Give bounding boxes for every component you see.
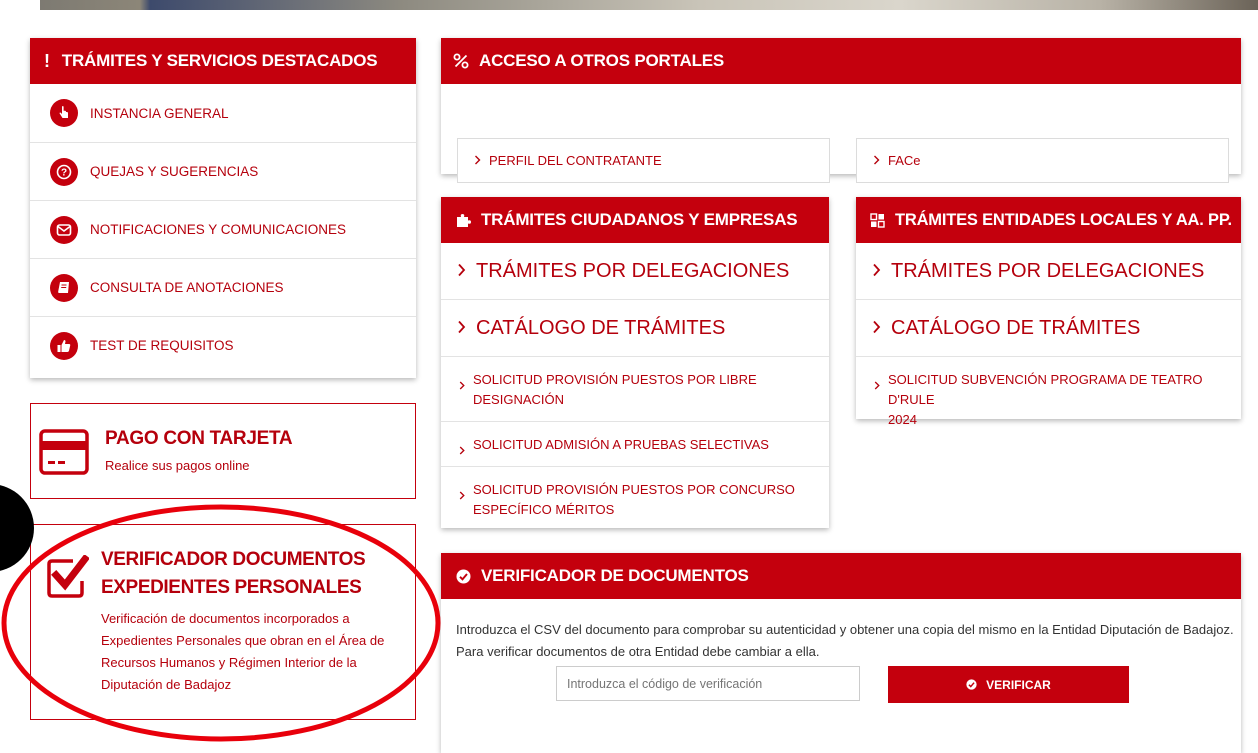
portal-link-label: FACe (888, 153, 921, 168)
personal-verifier-desc-1: Verificación de documentos incorporados … (101, 611, 350, 626)
citizen-link-text: SOLICITUD PROVISIÓN PUESTOS POR CONCURSO… (473, 480, 795, 520)
chevron-right-icon (874, 376, 880, 396)
featured-services-title: TRÁMITES Y SERVICIOS DESTACADOS (61, 51, 378, 70)
featured-item-quejas-sugerencias[interactable]: ? QUEJAS Y SUGERENCIAS (30, 142, 416, 200)
entities-link-label: CATÁLOGO DE TRÁMITES (891, 316, 1141, 339)
portal-link-label: PERFIL DEL CONTRATANTE (489, 153, 662, 168)
citizen-link-line-2: DESIGNACIÓN (473, 392, 565, 407)
check-circle-icon (966, 679, 977, 690)
payment-subtitle: Realice sus pagos online (105, 458, 250, 473)
other-portals-card: ACCESO A OTROS PORTALES PERFIL DEL CONTR… (441, 38, 1241, 183)
personal-verifier-title-1: VERIFICADOR DOCUMENTOS (101, 549, 366, 570)
personal-verifier-card[interactable]: VERIFICADOR DOCUMENTOS EXPEDIENTES PERSO… (30, 524, 416, 720)
header-banner-image (0, 0, 1258, 10)
chevron-right-icon (474, 153, 481, 168)
book-icon (50, 273, 78, 302)
entities-link-catalogo[interactable]: CATÁLOGO DE TRÁMITES (856, 300, 1241, 357)
featured-item-label: INSTANCIA GENERAL (90, 105, 229, 121)
personal-verifier-desc-4: Diputación de Badajoz (101, 677, 232, 692)
featured-item-label: TEST DE REQUISITOS (90, 338, 234, 353)
featured-item-label: NOTIFICACIONES Y COMUNICACIONES (90, 222, 347, 237)
checkbox-icon (47, 554, 90, 604)
check-circle-icon (456, 569, 471, 584)
citizen-link-line-2: ESPECÍFICO MÉRITOS (473, 502, 615, 517)
citizen-link-catalogo[interactable]: CATÁLOGO DE TRÁMITES (441, 300, 829, 357)
entities-procedures-header: TRÁMITES ENTIDADES LOCALES Y AA. PP. (856, 197, 1241, 243)
entities-link-label: TRÁMITES POR DELEGACIONES (891, 259, 1205, 282)
entities-link-line-2: 2024 (888, 412, 917, 427)
document-verifier-desc-2: Para verificar documentos de otra Entida… (456, 644, 820, 659)
document-verifier-header: VERIFICADOR DE DOCUMENTOS (441, 553, 1241, 599)
entities-link-line-1: SOLICITUD SUBVENCIÓN PROGRAMA DE TEATRO … (888, 372, 1203, 407)
verify-button[interactable]: VERIFICAR (888, 666, 1129, 703)
featured-services-card: ! TRÁMITES Y SERVICIOS DESTACADOS INSTAN… (30, 38, 416, 378)
citizen-link-concurso-especifico[interactable]: SOLICITUD PROVISIÓN PUESTOS POR CONCURSO… (441, 467, 829, 529)
puzzle-icon (455, 212, 471, 228)
entities-link-delegaciones[interactable]: TRÁMITES POR DELEGACIONES (856, 243, 1241, 300)
featured-item-instancia-general[interactable]: INSTANCIA GENERAL (30, 84, 416, 142)
citizen-procedures-title: TRÁMITES CIUDADANOS Y EMPRESAS (481, 210, 798, 229)
credit-card-icon (39, 429, 89, 480)
payment-card[interactable]: PAGO CON TARJETA Realice sus pagos onlin… (30, 403, 416, 499)
link-icon (453, 53, 469, 69)
chevron-right-icon (459, 376, 465, 396)
citizen-link-label: TRÁMITES POR DELEGACIONES (476, 259, 790, 282)
featured-item-label: CONSULTA DE ANOTACIONES (90, 280, 284, 295)
citizen-link-delegaciones[interactable]: TRÁMITES POR DELEGACIONES (441, 243, 829, 300)
chevron-right-icon (457, 317, 466, 340)
portal-link-face[interactable]: FACe (856, 138, 1229, 183)
citizen-link-line-1: SOLICITUD ADMISIÓN A PRUEBAS SELECTIVAS (473, 437, 769, 452)
chevron-right-icon (459, 441, 465, 461)
chevron-right-icon (873, 153, 880, 168)
featured-item-label: QUEJAS Y SUGERENCIAS (90, 164, 259, 179)
entities-link-text: SOLICITUD SUBVENCIÓN PROGRAMA DE TEATRO … (888, 370, 1227, 430)
envelope-icon (50, 215, 78, 244)
featured-item-notificaciones[interactable]: NOTIFICACIONES Y COMUNICACIONES (30, 200, 416, 258)
document-verifier-title: VERIFICADOR DE DOCUMENTOS (481, 566, 749, 585)
featured-services-header: ! TRÁMITES Y SERVICIOS DESTACADOS (30, 38, 416, 84)
citizen-procedures-header: TRÁMITES CIUDADANOS Y EMPRESAS (441, 197, 829, 243)
citizen-procedures-card: TRÁMITES CIUDADANOS Y EMPRESAS TRÁMITES … (441, 197, 829, 528)
pointing-hand-icon (50, 99, 78, 127)
citizen-link-line-1: SOLICITUD PROVISIÓN PUESTOS POR CONCURSO (473, 482, 795, 497)
other-portals-title: ACCESO A OTROS PORTALES (479, 51, 725, 70)
citizen-link-line-1: SOLICITUD PROVISIÓN PUESTOS POR LIBRE (473, 372, 757, 387)
verify-button-label: VERIFICAR (986, 677, 1051, 692)
personal-verifier-desc-3: Recursos Humanos y Régimen Interior de l… (101, 655, 357, 670)
personal-verifier-desc-2: Expedientes Personales que obran en el Á… (101, 633, 385, 648)
annotation-black-circle (0, 484, 34, 572)
citizen-link-label: CATÁLOGO DE TRÁMITES (476, 316, 726, 339)
chevron-right-icon (872, 260, 881, 283)
payment-title: PAGO CON TARJETA (105, 428, 293, 449)
other-portals-header: ACCESO A OTROS PORTALES (441, 38, 1241, 84)
question-icon: ? (50, 157, 78, 186)
thumbs-up-icon (50, 331, 78, 360)
citizen-link-libre-designacion[interactable]: SOLICITUD PROVISIÓN PUESTOS POR LIBRE DE… (441, 357, 829, 422)
featured-item-test-requisitos[interactable]: TEST DE REQUISITOS (30, 316, 416, 374)
entities-procedures-card: TRÁMITES ENTIDADES LOCALES Y AA. PP. TRÁ… (856, 197, 1241, 427)
personal-verifier-title-2: EXPEDIENTES PERSONALES (101, 577, 362, 598)
chevron-right-icon (457, 260, 466, 283)
chevron-right-icon (459, 486, 465, 506)
entities-procedures-title: TRÁMITES ENTIDADES LOCALES Y AA. PP. (895, 210, 1232, 229)
citizen-link-text: SOLICITUD PROVISIÓN PUESTOS POR LIBRE DE… (473, 370, 757, 410)
portal-link-perfil-contratante[interactable]: PERFIL DEL CONTRATANTE (457, 138, 830, 183)
document-verifier-desc-1: Introduzca el CSV del documento para com… (456, 622, 1234, 637)
verification-code-input[interactable] (556, 666, 860, 701)
exclamation-icon: ! (44, 50, 50, 71)
document-verifier-card: VERIFICADOR DE DOCUMENTOS Introduzca el … (441, 553, 1241, 753)
svg-text:?: ? (61, 167, 67, 178)
grid-icon (870, 212, 885, 228)
entities-link-teatro-drule[interactable]: SOLICITUD SUBVENCIÓN PROGRAMA DE TEATRO … (856, 357, 1241, 427)
featured-item-consulta-anotaciones[interactable]: CONSULTA DE ANOTACIONES (30, 258, 416, 316)
citizen-link-pruebas-selectivas[interactable]: SOLICITUD ADMISIÓN A PRUEBAS SELECTIVAS (441, 422, 829, 467)
chevron-right-icon (872, 317, 881, 340)
